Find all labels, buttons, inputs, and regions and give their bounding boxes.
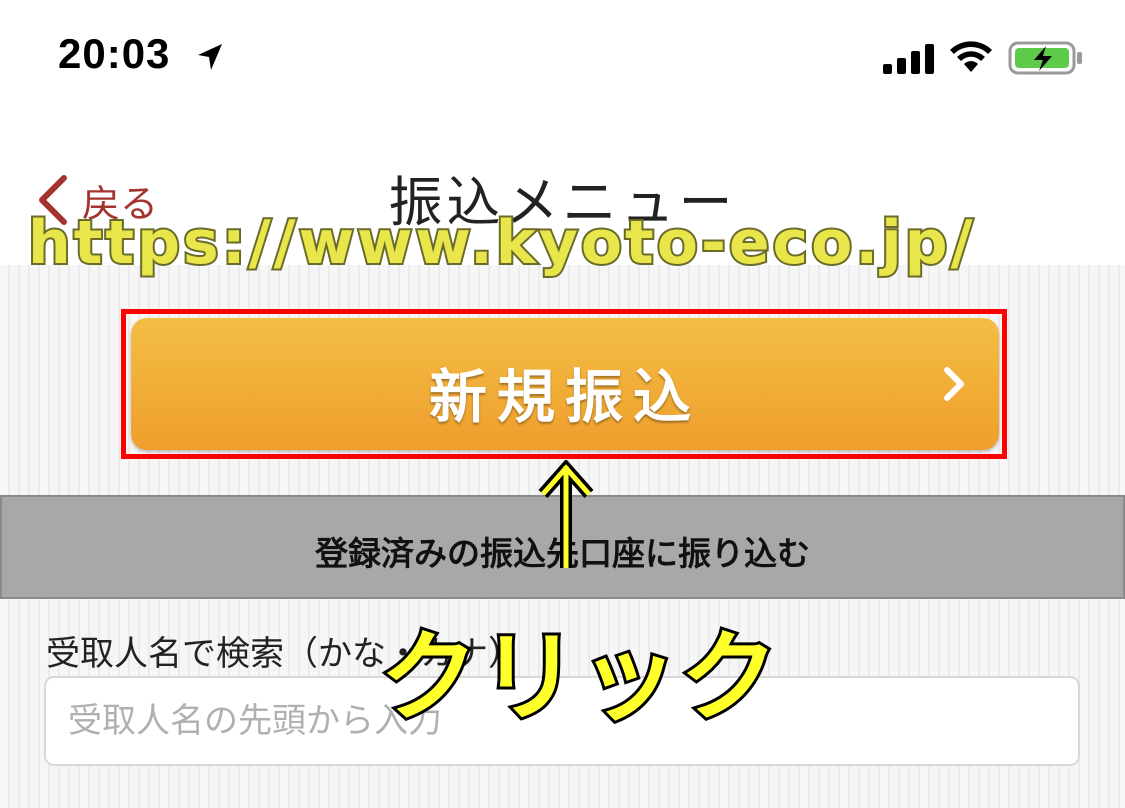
- cellular-signal-icon: [883, 44, 934, 74]
- location-arrow-icon: [198, 44, 222, 70]
- battery-charging-icon: [1008, 41, 1082, 75]
- status-bar: 20:03: [0, 0, 1125, 110]
- arrow-up-icon: [538, 460, 594, 568]
- click-annotation: クリック: [377, 618, 781, 738]
- status-time: 20:03: [58, 30, 171, 77]
- highlight-box: [121, 309, 1007, 459]
- url-watermark: https://www.kyoto-eco.jp/: [26, 206, 976, 280]
- wifi-icon: [950, 41, 992, 72]
